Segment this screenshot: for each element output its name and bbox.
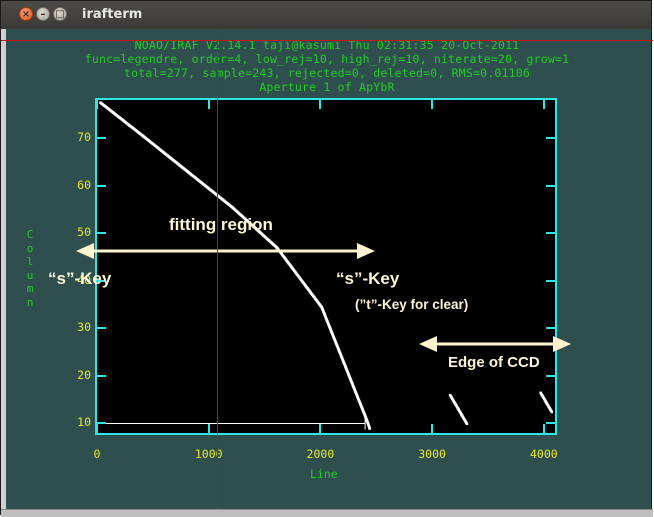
annotation-arrows xyxy=(76,243,571,352)
s-key-left-label: “s”-Key xyxy=(48,269,112,288)
edge-of-ccd-arrow xyxy=(419,336,571,352)
irafterm-window: × – □ irafterm NOAO/IRAF V2.14.1 taji@ka… xyxy=(0,0,653,517)
edge-of-ccd-label: Edge of CCD xyxy=(448,354,540,371)
bottom-edge xyxy=(1,509,653,517)
cursor-horizontal-line xyxy=(1,40,653,41)
fitting-region-arrow xyxy=(76,243,375,259)
s-key-right-label: “s”-Key xyxy=(336,269,400,288)
t-key-label: (”t”-Key for clear) xyxy=(355,297,469,312)
fitting-region-label: fitting region xyxy=(169,215,273,234)
cursor-vertical-line xyxy=(217,29,218,516)
